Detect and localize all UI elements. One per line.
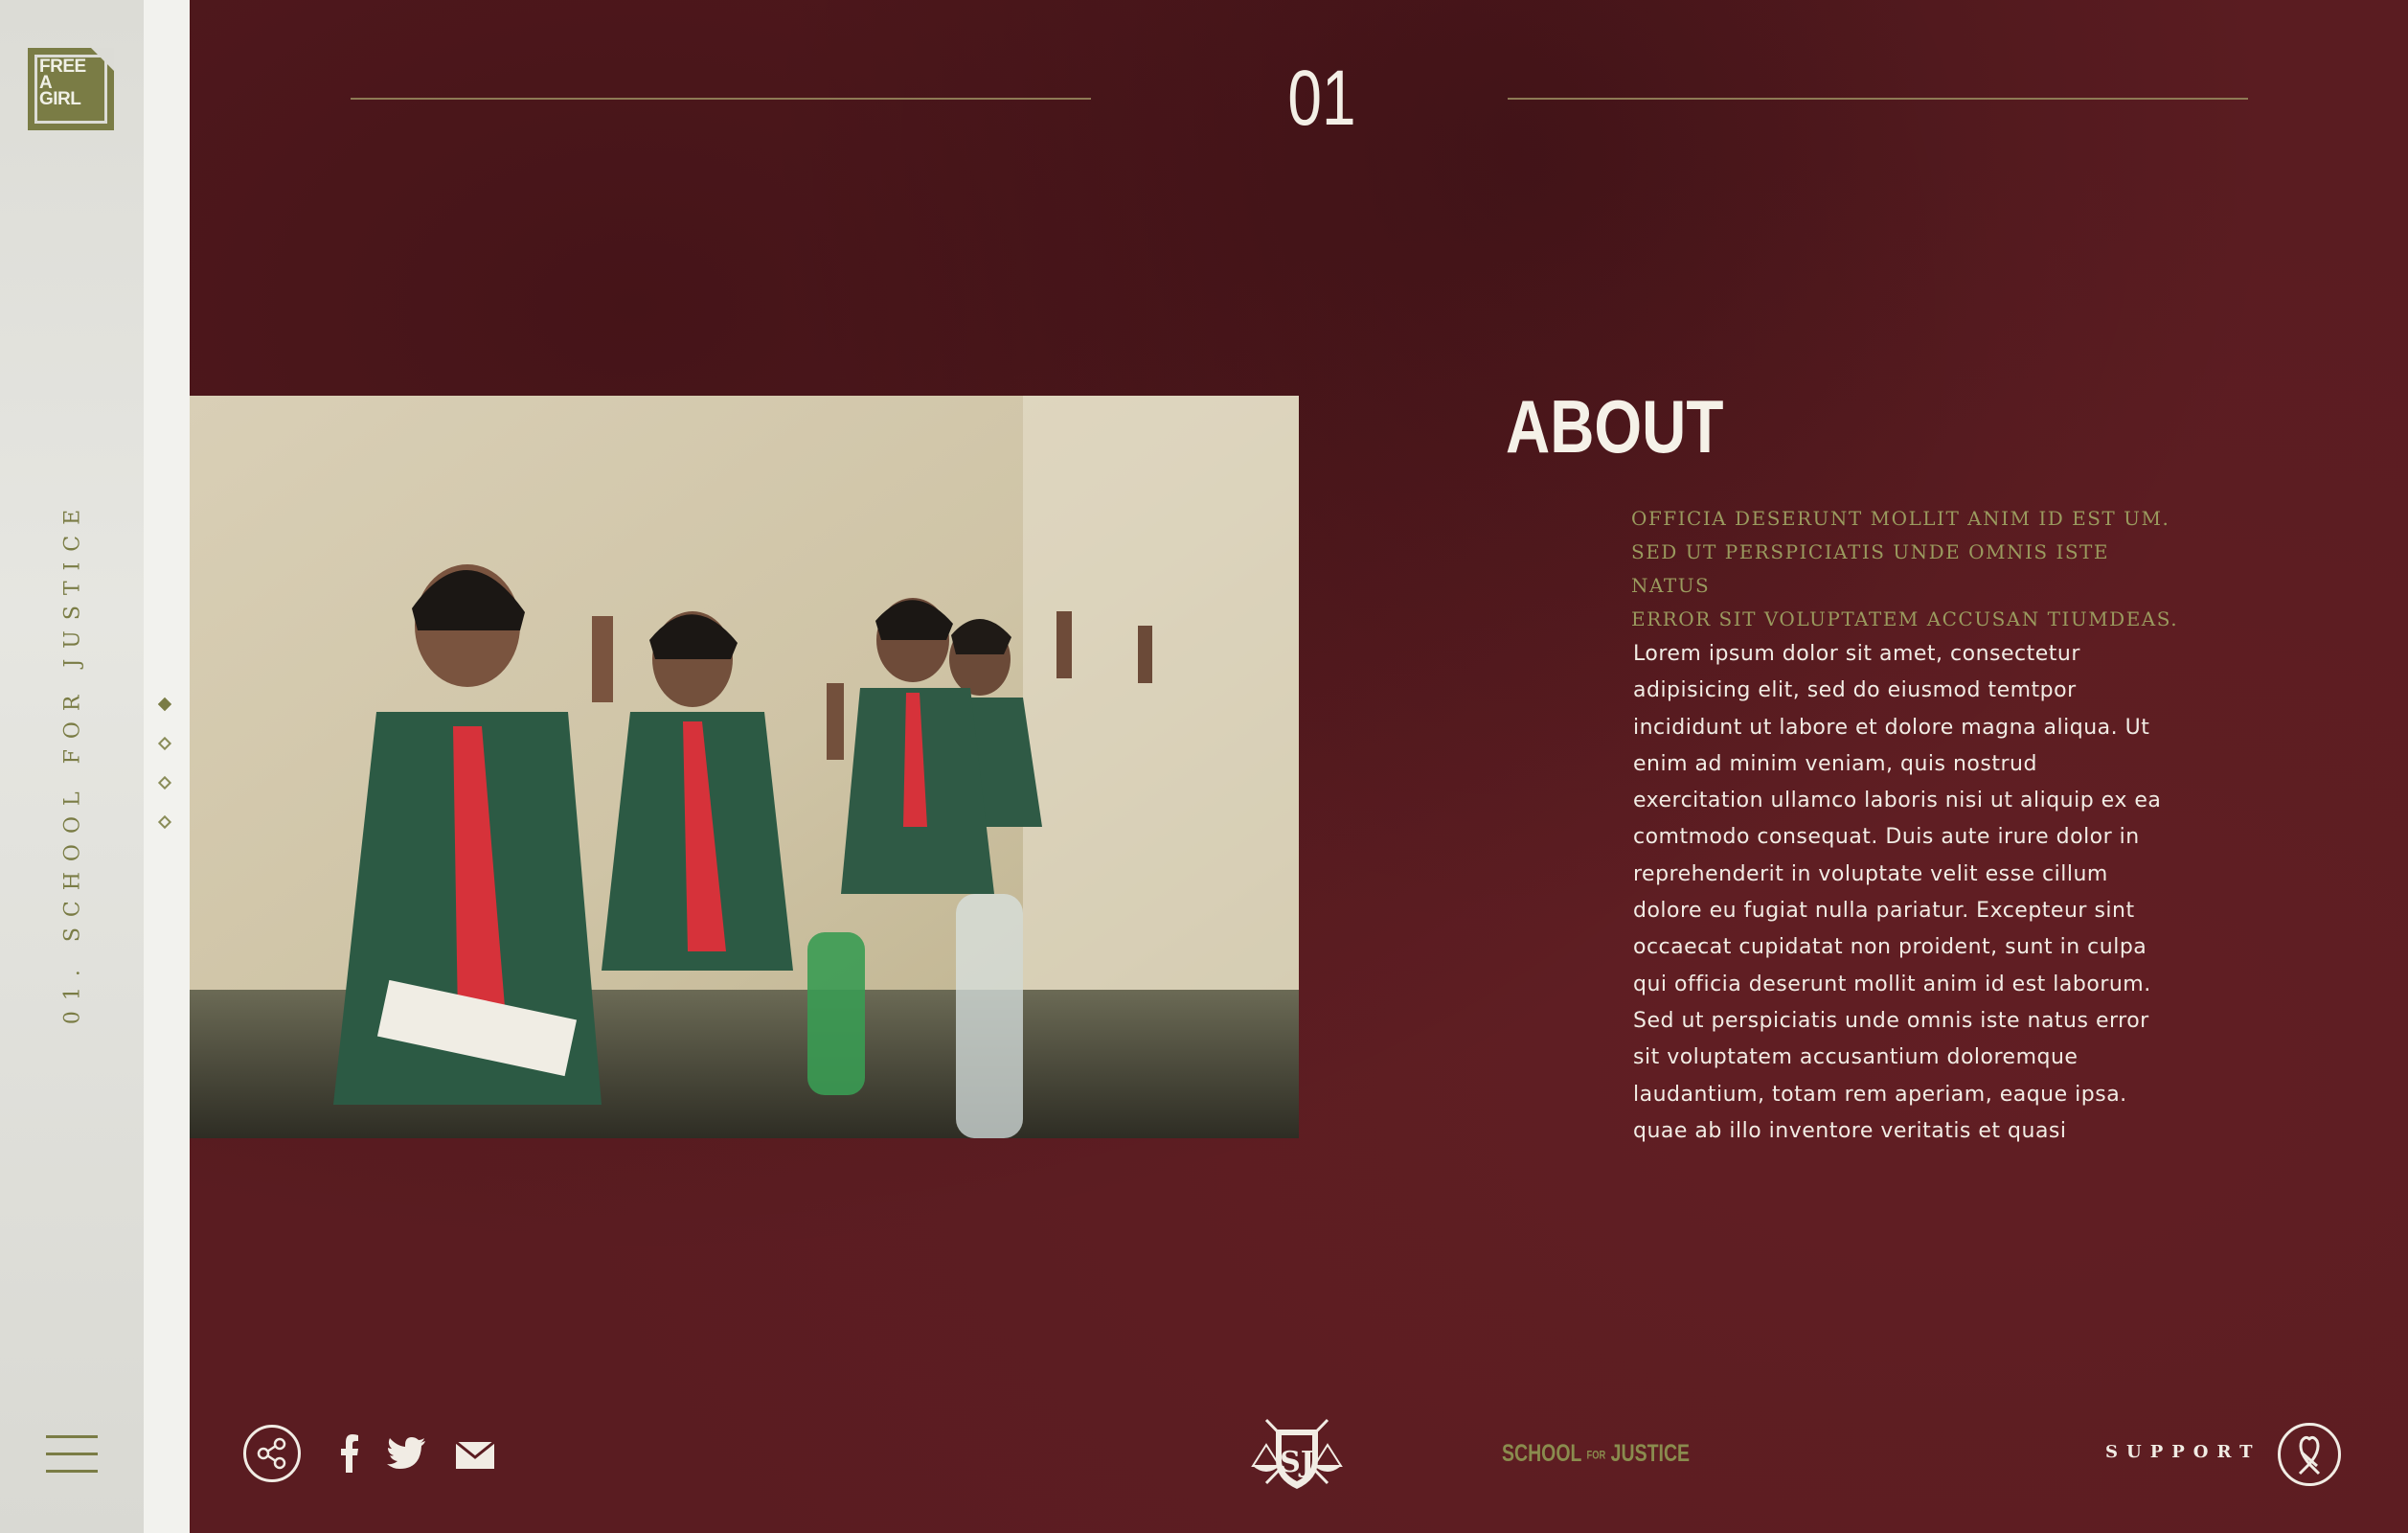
sidebar: FREE A GIRL 01. SCHOOL FOR JUSTICE [0, 0, 144, 1533]
share-icon[interactable] [243, 1425, 301, 1482]
body-line: sit voluptatem accusantium doloremque [1633, 1045, 2079, 1070]
body-line: Sed ut perspiciatis unde omnis iste natu… [1633, 1008, 2149, 1033]
free-a-girl-logo[interactable]: FREE A GIRL [28, 48, 114, 130]
header-rule-right [1508, 98, 2248, 100]
crest-letters: SJ [1280, 1446, 1314, 1479]
twitter-icon[interactable] [387, 1437, 425, 1470]
slide-number: 01 [1287, 55, 1356, 142]
lead-line: error sit voluptatem accusan tiumdeas. [1631, 607, 2179, 630]
brand-word-justice: JUSTICE [1610, 1440, 1691, 1467]
section-label: 01. SCHOOL FOR JUSTICE [60, 498, 85, 1025]
body-line: qui officia deserunt mollit anim id est … [1633, 972, 2151, 996]
facebook-icon[interactable] [340, 1434, 359, 1473]
body-line: comtmodo consequat. Duis aute irure dolo… [1633, 825, 2140, 850]
body-line: reprehenderit in voluptate velit esse ci… [1633, 861, 2108, 886]
body-line: enim ad minim veniam, quis nostrud [1633, 751, 2037, 776]
body-line: incididunt ut labore et dolore magna ali… [1633, 715, 2150, 740]
body-line: Lorem ipsum dolor sit amet, consectetur [1633, 642, 2080, 666]
header-rule-left [351, 98, 1091, 100]
body-line: exercitation ullamco laboris nisi ut ali… [1633, 789, 2162, 813]
classroom-photo [190, 396, 1299, 1138]
brand-word-school: SCHOOL [1502, 1440, 1582, 1467]
about-title: ABOUT [1506, 384, 1724, 469]
brand-word-for: FOR [1586, 1448, 1606, 1462]
body-paragraph: Lorem ipsum dolor sit amet, consectetur … [1633, 636, 2189, 1150]
mail-icon[interactable] [456, 1442, 494, 1469]
lead-line: Officia deserunt mollit anim id est um. [1631, 507, 2170, 530]
lead-line: Sed ut perspiciatis unde omnis iste natu… [1631, 540, 2109, 597]
body-line: occaecat cupidatat non proident, sunt in… [1633, 935, 2147, 960]
body-line: dolore eu fugiat nulla pariatur. Excepte… [1633, 899, 2135, 924]
hamburger-menu-icon[interactable] [46, 1435, 98, 1474]
body-line: laudantium, totam rem aperiam, eaque ips… [1633, 1082, 2127, 1107]
body-line: adipisicing elit, sed do eiusmod temtpor [1633, 678, 2077, 703]
sidebar-edge [144, 0, 190, 1533]
support-link[interactable]: SUPPORT [2105, 1442, 2260, 1462]
school-for-justice-crest-icon[interactable]: SJ [1247, 1416, 1347, 1493]
ribbon-icon[interactable] [2278, 1423, 2341, 1486]
logo-line-3: GIRL [39, 89, 81, 109]
lead-paragraph: Officia deserunt mollit anim id est um. … [1631, 502, 2187, 636]
school-for-justice-wordmark[interactable]: SCHOOL FOR JUSTICE [1502, 1440, 1690, 1468]
body-line: quae ab illo inventore veritatis et quas… [1633, 1118, 2067, 1143]
